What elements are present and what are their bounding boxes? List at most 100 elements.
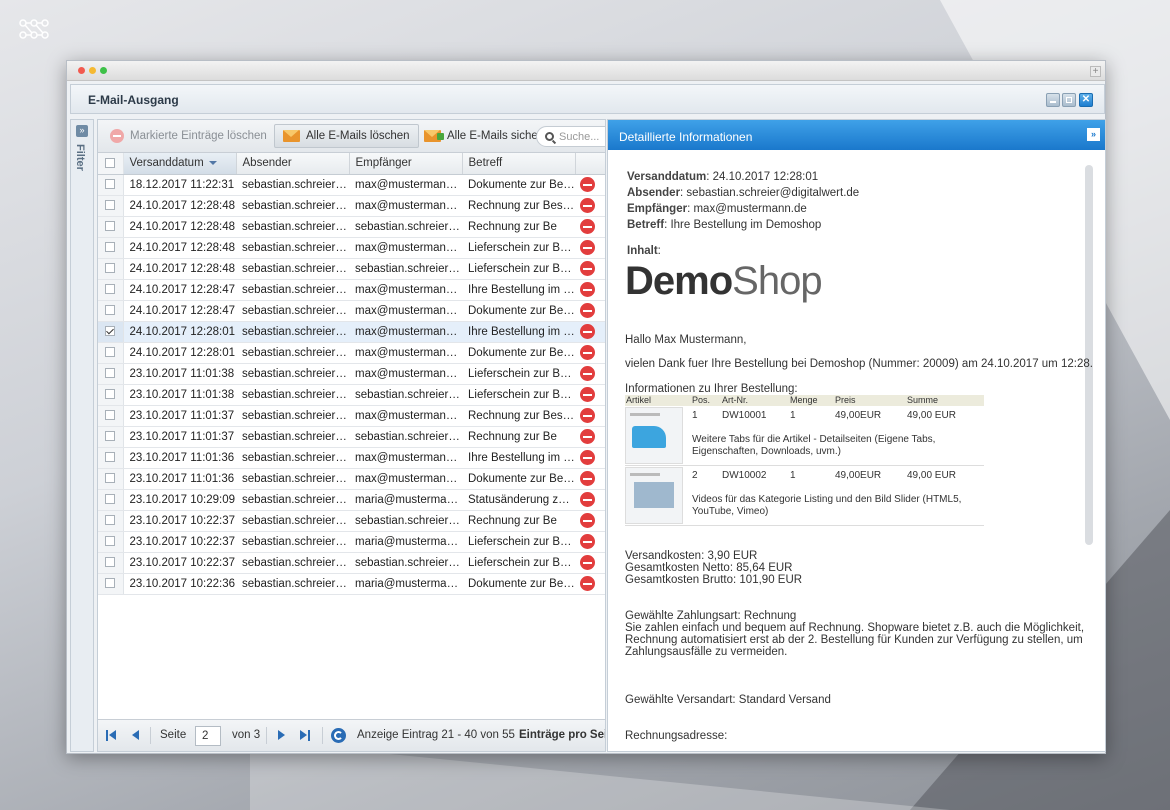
table-row[interactable]: 23.10.2017 11:01:36sebastian.schreier@di…	[98, 468, 605, 490]
cell-empfaenger: max@mustermann.de	[349, 237, 462, 259]
delete-row-icon[interactable]	[580, 177, 595, 192]
row-checkbox[interactable]	[98, 279, 124, 301]
delete-row-icon[interactable]	[580, 555, 595, 570]
select-all-checkbox[interactable]	[98, 153, 124, 175]
delete-row-icon[interactable]	[580, 219, 595, 234]
delete-row-icon[interactable]	[580, 408, 595, 423]
delete-row-icon[interactable]	[580, 303, 595, 318]
table-row[interactable]: 24.10.2017 12:28:47sebastian.schreier@di…	[98, 300, 605, 322]
delete-all-label: Alle E-Mails löschen	[306, 130, 410, 142]
table-row[interactable]: 24.10.2017 12:28:48sebastian.schreier@di…	[98, 216, 605, 238]
save-all-button[interactable]: Alle E-Mails sicher	[416, 124, 550, 148]
column-header-empfaenger[interactable]: Empfänger	[349, 153, 463, 175]
row-checkbox[interactable]	[98, 195, 124, 217]
table-row[interactable]: 24.10.2017 12:28:48sebastian.schreier@di…	[98, 258, 605, 280]
delete-row-icon[interactable]	[580, 387, 595, 402]
row-checkbox[interactable]	[98, 258, 124, 280]
row-checkbox[interactable]	[98, 510, 124, 532]
meta-absender: Absender: sebastian.schreier@digitalwert…	[627, 187, 860, 199]
delete-row-icon[interactable]	[580, 324, 595, 339]
column-header-absender[interactable]: Absender	[236, 153, 350, 175]
delete-row-icon[interactable]	[580, 450, 595, 465]
table-row[interactable]: 24.10.2017 12:28:48sebastian.schreier@di…	[98, 237, 605, 259]
row-checkbox[interactable]	[98, 321, 124, 343]
minimize-icon[interactable]	[1046, 93, 1060, 107]
row-checkbox[interactable]	[98, 405, 124, 427]
cell-empfaenger: maria@mustermann.de	[349, 531, 462, 553]
filter-sidebar[interactable]: » Filter	[70, 119, 94, 752]
table-row[interactable]: 23.10.2017 10:29:09sebastian.schreier@di…	[98, 489, 605, 511]
page-number-input[interactable]: 2	[195, 726, 221, 746]
delete-row-icon[interactable]	[580, 366, 595, 381]
row-checkbox[interactable]	[98, 447, 124, 469]
cell-versanddatum: 23.10.2017 11:01:38	[123, 363, 236, 385]
delete-row-icon[interactable]	[580, 198, 595, 213]
table-row[interactable]: 23.10.2017 10:22:36sebastian.schreier@di…	[98, 573, 605, 595]
row-checkbox[interactable]	[98, 468, 124, 490]
row-checkbox[interactable]	[98, 300, 124, 322]
row-checkbox[interactable]	[98, 216, 124, 238]
row-checkbox[interactable]	[98, 174, 124, 196]
table-row[interactable]: 23.10.2017 11:01:37sebastian.schreier@di…	[98, 426, 605, 448]
row-actions	[575, 489, 605, 511]
detail-scrollbar[interactable]	[1085, 165, 1093, 545]
cell-absender: sebastian.schreier@digitalwert.de	[236, 216, 349, 238]
remove-icon	[110, 129, 124, 143]
maximize-icon[interactable]	[1062, 93, 1076, 107]
delete-row-icon[interactable]	[580, 345, 595, 360]
table-row[interactable]: 23.10.2017 11:01:36sebastian.schreier@di…	[98, 447, 605, 469]
next-page-icon[interactable]	[278, 729, 288, 742]
prev-page-icon[interactable]	[132, 729, 142, 742]
last-page-icon[interactable]	[300, 729, 312, 742]
row-checkbox[interactable]	[98, 342, 124, 364]
row-checkbox[interactable]	[98, 363, 124, 385]
row-checkbox[interactable]	[98, 552, 124, 574]
delete-row-icon[interactable]	[580, 282, 595, 297]
delete-row-icon[interactable]	[580, 429, 595, 444]
table-row[interactable]: 23.10.2017 10:22:37sebastian.schreier@di…	[98, 531, 605, 553]
table-row[interactable]: 24.10.2017 12:28:01sebastian.schreier@di…	[98, 342, 605, 364]
table-row[interactable]: 23.10.2017 11:01:38sebastian.schreier@di…	[98, 363, 605, 385]
table-row[interactable]: 23.10.2017 11:01:38sebastian.schreier@di…	[98, 384, 605, 406]
expand-filter-icon[interactable]: »	[76, 125, 88, 137]
table-row[interactable]: 23.10.2017 10:22:37sebastian.schreier@di…	[98, 510, 605, 532]
delete-row-icon[interactable]	[580, 240, 595, 255]
delete-marked-button[interactable]: Markierte Einträge löschen	[102, 124, 275, 148]
close-dot[interactable]	[78, 67, 85, 74]
cell-absender: sebastian.schreier@digitalwert.de	[236, 552, 349, 574]
new-tab-button[interactable]: +	[1090, 66, 1101, 77]
table-row[interactable]: 24.10.2017 12:28:01sebastian.schreier@di…	[98, 321, 605, 343]
first-page-icon[interactable]	[106, 729, 118, 742]
row-checkbox[interactable]	[98, 237, 124, 259]
row-checkbox[interactable]	[98, 573, 124, 595]
table-row[interactable]: 24.10.2017 12:28:47sebastian.schreier@di…	[98, 279, 605, 301]
refresh-icon[interactable]	[331, 728, 346, 743]
delete-row-icon[interactable]	[580, 492, 595, 507]
cell-betreff: Ihre Bestellung im Demoshop	[462, 447, 575, 469]
minimize-dot[interactable]	[89, 67, 96, 74]
column-header-versanddatum[interactable]: Versanddatum	[123, 153, 237, 175]
page-count: von 3	[232, 729, 261, 741]
delete-row-icon[interactable]	[580, 534, 595, 549]
row-checkbox[interactable]	[98, 384, 124, 406]
table-row[interactable]: 24.10.2017 12:28:48sebastian.schreier@di…	[98, 195, 605, 217]
detail-title: Detaillierte Informationen	[619, 130, 753, 144]
table-row[interactable]: 18.12.2017 11:22:31sebastian.schreier@di…	[98, 174, 605, 196]
row-checkbox[interactable]	[98, 489, 124, 511]
delete-row-icon[interactable]	[580, 513, 595, 528]
window-title: E-Mail-Ausgang	[88, 93, 179, 107]
delete-row-icon[interactable]	[580, 471, 595, 486]
delete-all-button[interactable]: Alle E-Mails löschen	[274, 124, 419, 148]
delete-row-icon[interactable]	[580, 576, 595, 591]
zoom-dot[interactable]	[100, 67, 107, 74]
table-row[interactable]: 23.10.2017 11:01:37sebastian.schreier@di…	[98, 405, 605, 427]
row-checkbox[interactable]	[98, 531, 124, 553]
delete-row-icon[interactable]	[580, 261, 595, 276]
cell-betreff: Lieferschein zur Bestellung	[462, 363, 575, 385]
column-header-betreff[interactable]: Betreff	[462, 153, 576, 175]
close-icon[interactable]: ✕	[1079, 93, 1093, 107]
table-row[interactable]: 23.10.2017 10:22:37sebastian.schreier@di…	[98, 552, 605, 574]
row-checkbox[interactable]	[98, 426, 124, 448]
collapse-detail-icon[interactable]: »	[1087, 128, 1100, 141]
search-input[interactable]: Suche...	[536, 126, 605, 147]
